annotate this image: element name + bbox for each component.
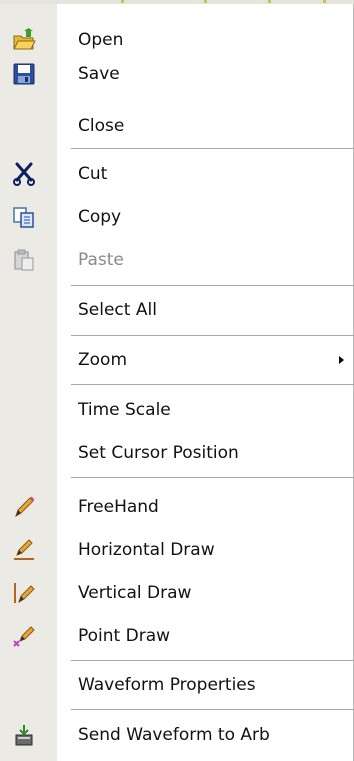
menu-item-paste[interactable]: Paste xyxy=(0,241,354,279)
menu-item-label: Paste xyxy=(78,250,124,270)
open-folder-icon xyxy=(13,28,36,50)
menu-item-select-all[interactable]: Select All xyxy=(0,291,354,329)
menu-item-label: Set Cursor Position xyxy=(78,443,239,463)
menu-item-label: Vertical Draw xyxy=(78,583,192,603)
menu-separator xyxy=(71,335,354,336)
menu-item-freehand[interactable]: FreeHand xyxy=(0,488,354,526)
menu-item-horizontal-draw[interactable]: Horizontal Draw xyxy=(0,531,354,569)
menu-item-label: Select All xyxy=(78,300,157,320)
menu-item-label: Open xyxy=(78,30,124,50)
menu-item-label: Cut xyxy=(78,164,108,184)
menu-item-time-scale[interactable]: Time Scale xyxy=(0,391,354,429)
menu-item-close[interactable]: Close xyxy=(0,107,354,145)
menu-item-point-draw[interactable]: Point Draw xyxy=(0,617,354,655)
scissors-icon xyxy=(13,162,35,186)
menu-item-zoom[interactable]: Zoom xyxy=(0,341,354,379)
menu-item-label: Waveform Properties xyxy=(78,675,256,695)
menu-item-label: Send Waveform to Arb xyxy=(78,725,270,745)
menu-item-label: Save xyxy=(78,64,120,84)
send-to-arb-icon xyxy=(15,725,33,746)
menu-item-label: Horizontal Draw xyxy=(78,540,215,560)
menu-separator xyxy=(71,660,354,661)
menu-item-label: FreeHand xyxy=(78,497,159,517)
context-menu: Open Save Close Cut Copy Paste Select Al… xyxy=(0,0,354,761)
menu-item-cut[interactable]: Cut xyxy=(0,155,354,193)
pencil-vertical-icon xyxy=(14,583,35,604)
menu-separator xyxy=(71,148,354,149)
pencil-horizontal-icon xyxy=(14,539,34,560)
menu-item-label: Point Draw xyxy=(78,626,171,646)
menu-item-label: Copy xyxy=(78,207,122,227)
menu-item-open[interactable]: Open xyxy=(0,21,354,59)
menu-item-label: Close xyxy=(78,116,125,136)
menu-separator xyxy=(71,477,354,478)
menu-item-label: Zoom xyxy=(78,350,128,370)
menu-item-send-waveform-to-arb[interactable]: Send Waveform to Arb xyxy=(0,716,354,754)
menu-item-set-cursor-position[interactable]: Set Cursor Position xyxy=(0,434,354,472)
menu-item-vertical-draw[interactable]: Vertical Draw xyxy=(0,574,354,612)
save-disk-icon xyxy=(13,63,35,85)
menu-top-edge xyxy=(0,0,354,4)
menu-item-save[interactable]: Save xyxy=(0,55,354,93)
menu-separator xyxy=(71,285,354,286)
pencil-freehand-icon xyxy=(15,496,35,518)
menu-item-label: Time Scale xyxy=(78,400,171,420)
submenu-arrow-icon xyxy=(339,356,344,364)
pencil-point-icon xyxy=(13,626,35,647)
copy-icon xyxy=(13,207,34,228)
menu-item-waveform-properties[interactable]: Waveform Properties xyxy=(0,666,354,704)
menu-separator xyxy=(71,709,354,710)
menu-item-copy[interactable]: Copy xyxy=(0,198,354,236)
paste-icon xyxy=(14,249,34,271)
menu-separator xyxy=(71,384,354,385)
